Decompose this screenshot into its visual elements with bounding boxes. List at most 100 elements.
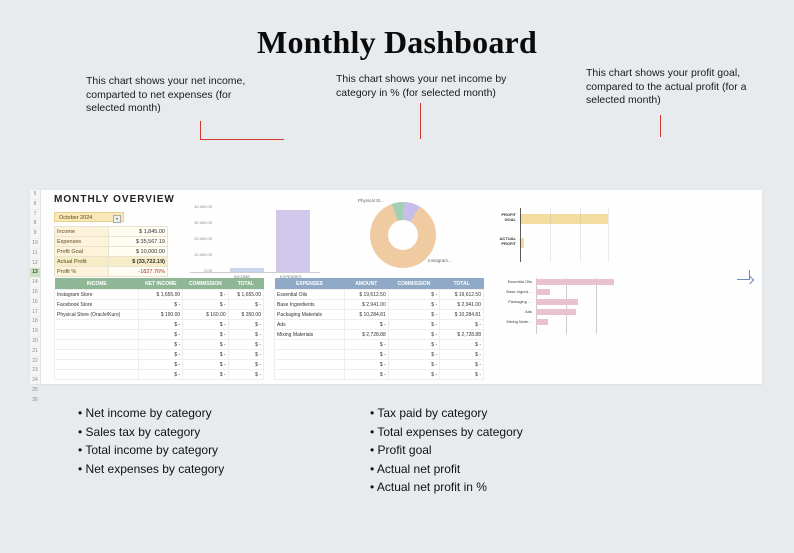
cell[interactable]: $ -	[228, 340, 263, 350]
expand-icon[interactable]	[737, 270, 750, 280]
table-row[interactable]: Facebook Store$ -$ -$ -	[55, 300, 264, 310]
table-row[interactable]: Essential Oils$ 19,612.50$ -$ 19,612.50	[275, 290, 484, 300]
cell[interactable]: $ -	[139, 340, 183, 350]
chevron-down-icon[interactable]: ▾	[113, 215, 121, 223]
row-header[interactable]: 24	[30, 376, 40, 386]
table-row[interactable]: $ -$ -$ -	[55, 340, 264, 350]
cell[interactable]	[275, 340, 345, 350]
cell[interactable]: $ -	[139, 320, 183, 330]
cell[interactable]: $ -	[183, 300, 228, 310]
cell[interactable]: $ -	[183, 330, 228, 340]
cell[interactable]: $ 2,728.88	[344, 330, 388, 340]
cell[interactable]	[55, 340, 139, 350]
cell[interactable]: Facebook Store	[55, 300, 139, 310]
row-header[interactable]: 21	[30, 347, 40, 357]
cell[interactable]: $ -	[139, 360, 183, 370]
row-header[interactable]: 20	[30, 337, 40, 347]
table-row[interactable]: $ -$ -$ -	[275, 340, 484, 350]
table-row[interactable]: Physical Store (Oracle/Kuro)$ 190.00$ 16…	[55, 310, 264, 320]
row-header[interactable]: 10	[30, 239, 40, 249]
cell[interactable]: $ -	[139, 300, 183, 310]
table-row[interactable]: $ -$ -$ -	[55, 350, 264, 360]
row-header[interactable]: 12	[30, 259, 40, 269]
cell[interactable]: $ -	[183, 290, 228, 300]
cell[interactable]: Instagram Store	[55, 290, 139, 300]
row-header[interactable]: 15	[30, 288, 40, 298]
table-row[interactable]: $ -$ -$ -	[55, 370, 264, 380]
cell[interactable]	[275, 360, 345, 370]
row-header[interactable]: 8	[30, 219, 40, 229]
cell[interactable]: $ -	[388, 290, 439, 300]
table-row[interactable]: Mixing Materials$ 2,728.88$ -$ 2,728.88	[275, 330, 484, 340]
cell[interactable]	[55, 370, 139, 380]
cell[interactable]	[55, 320, 139, 330]
cell[interactable]: Physical Store (Oracle/Kuro)	[55, 310, 139, 320]
cell[interactable]: $ -	[388, 350, 439, 360]
cell[interactable]: $ -	[228, 350, 263, 360]
row-header[interactable]: 22	[30, 357, 40, 367]
cell[interactable]: $ -	[139, 370, 183, 380]
table-row[interactable]: $ -$ -$ -	[55, 360, 264, 370]
cell[interactable]: $ -	[440, 340, 484, 350]
row-header[interactable]: 23	[30, 366, 40, 376]
cell[interactable]: $ 2,728.88	[440, 330, 484, 340]
cell[interactable]: $ 160.00	[183, 310, 228, 320]
cell[interactable]: $ -	[183, 360, 228, 370]
cell[interactable]: $ -	[183, 340, 228, 350]
table-row[interactable]: $ -$ -$ -	[275, 370, 484, 380]
cell[interactable]: $ -	[388, 320, 439, 330]
cell[interactable]: $ 1,655.00	[228, 290, 263, 300]
cell[interactable]: $ -	[344, 350, 388, 360]
cell[interactable]: $ 190.00	[139, 310, 183, 320]
cell[interactable]: $ -	[228, 360, 263, 370]
cell[interactable]: $ 1,655.00	[139, 290, 183, 300]
cell[interactable]	[55, 350, 139, 360]
cell[interactable]: $ -	[183, 350, 228, 360]
cell[interactable]: $ -	[388, 340, 439, 350]
row-header[interactable]: 16	[30, 298, 40, 308]
cell[interactable]: $ -	[440, 360, 484, 370]
cell[interactable]: $ -	[183, 320, 228, 330]
cell[interactable]: $ -	[440, 350, 484, 360]
cell[interactable]: $ -	[183, 370, 228, 380]
cell[interactable]: $ -	[440, 320, 484, 330]
table-row[interactable]: $ -$ -$ -	[275, 360, 484, 370]
cell[interactable]: $ -	[388, 300, 439, 310]
cell[interactable]: $ 10,284.81	[344, 310, 388, 320]
table-row[interactable]: Packaging Materials$ 10,284.81$ -$ 10,28…	[275, 310, 484, 320]
row-header[interactable]: 14	[30, 278, 40, 288]
table-row[interactable]: Base Ingredients$ 2,941.00$ -$ 2,941.00	[275, 300, 484, 310]
row-header[interactable]: 9	[30, 229, 40, 239]
cell[interactable]: $ -	[228, 370, 263, 380]
cell[interactable]	[275, 350, 345, 360]
row-header[interactable]: 7	[30, 210, 40, 220]
cell[interactable]: $ -	[344, 320, 388, 330]
cell[interactable]: $ -	[388, 360, 439, 370]
cell[interactable]: Mixing Materials	[275, 330, 345, 340]
row-header-selected[interactable]: 13	[30, 268, 40, 278]
cell[interactable]: $ -	[139, 350, 183, 360]
row-header[interactable]: 17	[30, 308, 40, 318]
table-row[interactable]: Ads$ -$ -$ -	[275, 320, 484, 330]
cell[interactable]: $ -	[388, 330, 439, 340]
table-row[interactable]: Instagram Store$ 1,655.00$ -$ 1,655.00	[55, 290, 264, 300]
cell[interactable]: $ 19,612.50	[440, 290, 484, 300]
cell[interactable]: $ -	[228, 330, 263, 340]
cell[interactable]	[55, 360, 139, 370]
cell[interactable]	[275, 370, 345, 380]
row-header[interactable]: 5	[30, 190, 40, 200]
cell[interactable]: $ 19,612.50	[344, 290, 388, 300]
cell[interactable]: Essential Oils	[275, 290, 345, 300]
cell[interactable]: $ -	[440, 370, 484, 380]
cell[interactable]: $ 10,284.81	[440, 310, 484, 320]
row-header[interactable]: 11	[30, 249, 40, 259]
cell[interactable]: Ads	[275, 320, 345, 330]
cell[interactable]: $ -	[388, 310, 439, 320]
table-row[interactable]: $ -$ -$ -	[55, 330, 264, 340]
cell[interactable]: $ -	[344, 340, 388, 350]
month-selector[interactable]: October 2024 ▾	[54, 212, 124, 222]
cell[interactable]: $ 2,941.00	[344, 300, 388, 310]
cell[interactable]: $ -	[228, 300, 263, 310]
table-row[interactable]: $ -$ -$ -	[55, 320, 264, 330]
cell[interactable]: Base Ingredients	[275, 300, 345, 310]
